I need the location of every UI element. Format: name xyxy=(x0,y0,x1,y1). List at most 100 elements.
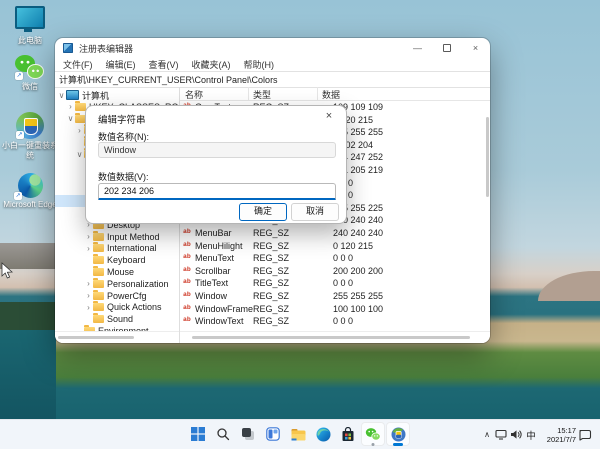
tray-clock[interactable]: 15:17 2021/7/7 xyxy=(540,426,576,444)
store-button[interactable] xyxy=(336,422,360,446)
chevron-right-icon[interactable]: › xyxy=(84,303,93,312)
tray-chevron-icon[interactable]: ∧ xyxy=(482,430,492,439)
chevron-right-icon[interactable]: › xyxy=(84,291,93,300)
task-view-button[interactable] xyxy=(236,422,260,446)
tree-item-international[interactable]: › International xyxy=(55,242,179,254)
tree-item-input-method[interactable]: ›Input Method xyxy=(55,231,179,243)
file-explorer-button[interactable] xyxy=(286,422,310,446)
value-row-menubar[interactable]: abMenuBarREG_SZ240 240 240 xyxy=(180,228,482,240)
column-header-data[interactable]: 数据 xyxy=(322,88,340,101)
close-icon[interactable]: × xyxy=(461,38,490,58)
chevron-right-icon[interactable]: › xyxy=(84,279,93,288)
tray-time: 15:17 xyxy=(557,426,576,435)
value-row-window[interactable]: abWindowREG_SZ255 255 255 xyxy=(180,291,482,303)
search-button[interactable] xyxy=(211,422,235,446)
tree-item-personalization[interactable]: ›Personalization xyxy=(55,278,179,290)
list-header[interactable]: 名称 类型 数据 xyxy=(180,87,490,101)
tree-item-powercfg[interactable]: › PowerCfg xyxy=(55,290,179,302)
menu-bar: 文件(F) 编辑(E) 查看(V) 收藏夹(A) 帮助(H) xyxy=(55,58,490,71)
display-icon[interactable] xyxy=(495,429,507,440)
chevron-right-icon[interactable]: › xyxy=(84,232,93,241)
computer-icon xyxy=(66,90,79,100)
folder-icon xyxy=(93,315,104,323)
folder-icon xyxy=(93,244,104,252)
title-bar[interactable]: 注册表编辑器 — × xyxy=(55,38,490,58)
value-name: Window xyxy=(195,291,227,301)
chevron-down-icon[interactable]: ∨ xyxy=(75,150,84,159)
cancel-button[interactable]: 取消 xyxy=(291,203,339,221)
minimize-icon[interactable]: — xyxy=(403,38,432,58)
speaker-icon[interactable] xyxy=(510,429,522,440)
desktop-icon-wechat[interactable]: ↗ 微信 xyxy=(2,55,58,92)
tree-item-keyboard[interactable]: Keyboard xyxy=(55,254,179,266)
tray-date: 2021/7/7 xyxy=(547,435,576,444)
shortcut-arrow-icon: ↗ xyxy=(16,131,24,139)
tree-item-label: International xyxy=(107,243,157,253)
tree-horizontal-scrollbar[interactable] xyxy=(55,331,179,343)
chevron-right-icon[interactable]: › xyxy=(84,244,93,253)
chevron-right-icon[interactable]: › xyxy=(75,126,84,135)
scrollbar-thumb[interactable] xyxy=(58,336,134,339)
widgets-button[interactable] xyxy=(261,422,285,446)
value-type: REG_SZ xyxy=(253,228,289,238)
tree-item-计算机[interactable]: ∨计算机 xyxy=(55,89,179,101)
value-name: MenuText xyxy=(195,253,234,263)
chevron-down-icon[interactable]: ∨ xyxy=(66,114,75,123)
value-row-menuhilight[interactable]: abMenuHilightREG_SZ0 120 215 xyxy=(180,241,482,253)
folder-icon xyxy=(93,280,104,288)
value-row-scrollbar[interactable]: abScrollbarREG_SZ200 200 200 xyxy=(180,266,482,278)
value-name-field[interactable] xyxy=(98,142,336,158)
tree-item-label: Mouse xyxy=(107,267,134,277)
chevron-down-icon[interactable]: ∨ xyxy=(57,91,66,100)
column-header-type[interactable]: 类型 xyxy=(253,88,271,101)
value-row-titletext[interactable]: abTitleTextREG_SZ0 0 0 xyxy=(180,278,482,290)
value-row-menutext[interactable]: abMenuTextREG_SZ0 0 0 xyxy=(180,253,482,265)
tree-item-mouse[interactable]: Mouse xyxy=(55,266,179,278)
menu-item-2[interactable]: 查看(V) xyxy=(147,58,181,71)
close-icon[interactable]: × xyxy=(321,109,337,124)
desktop-icon-edge[interactable]: ↗ Microsoft Edge xyxy=(2,173,58,210)
value-row-windowframe[interactable]: abWindowFrameREG_SZ100 100 100 xyxy=(180,304,482,316)
desktop-screen: 此电脑 ↗ 微信 ↗ 小白一键重装系统 ↗ Microsoft Edge 注册表… xyxy=(0,0,600,449)
xiaobai-taskbar-button[interactable] xyxy=(386,422,410,446)
tree-item-quick-actions[interactable]: ›Quick Actions xyxy=(55,301,179,313)
folder-icon xyxy=(93,233,104,241)
scrollbar-thumb[interactable] xyxy=(192,336,470,339)
notification-icon[interactable] xyxy=(579,429,592,441)
column-header-name[interactable]: 名称 xyxy=(185,88,203,101)
value-type: REG_SZ xyxy=(253,316,289,326)
start-icon xyxy=(191,427,205,441)
value-row-windowtext[interactable]: abWindowTextREG_SZ0 0 0 xyxy=(180,316,482,328)
tree-item-label: PowerCfg xyxy=(107,291,147,301)
string-value-icon: ab xyxy=(183,241,191,248)
start-button[interactable] xyxy=(186,422,210,446)
ok-button[interactable]: 确定 xyxy=(239,203,287,221)
chevron-right-icon[interactable]: › xyxy=(66,102,75,111)
wechat-taskbar-button[interactable] xyxy=(361,422,385,446)
ime-indicator[interactable]: 中 xyxy=(525,428,537,442)
menu-item-4[interactable]: 帮助(H) xyxy=(242,58,277,71)
search-icon xyxy=(216,427,230,441)
tree-item-sound[interactable]: Sound xyxy=(55,313,179,325)
value-name: WindowFrame xyxy=(195,304,253,314)
list-horizontal-scrollbar[interactable] xyxy=(180,331,490,343)
wechat-icon xyxy=(365,427,381,441)
value-data-field[interactable] xyxy=(98,183,336,200)
desktop-icon-this-pc[interactable]: 此电脑 xyxy=(2,6,58,46)
tree-item-label: Keyboard xyxy=(107,255,146,265)
desktop-icon-xiaobai[interactable]: ↗ 小白一键重装系统 xyxy=(2,112,58,161)
value-data: 0 120 215 xyxy=(333,241,373,251)
menu-item-1[interactable]: 编辑(E) xyxy=(104,58,138,71)
shortcut-arrow-icon: ↗ xyxy=(15,72,23,80)
menu-item-0[interactable]: 文件(F) xyxy=(61,58,95,71)
maximize-icon[interactable] xyxy=(432,38,461,58)
desktop-icon-label: Microsoft Edge xyxy=(2,200,58,210)
mouse-cursor xyxy=(1,262,13,280)
list-vertical-scrollbar[interactable] xyxy=(484,101,489,317)
value-data: 0 0 0 xyxy=(333,253,353,263)
address-bar[interactable]: 计算机\HKEY_CURRENT_USER\Control Panel\Colo… xyxy=(55,71,490,88)
menu-item-3[interactable]: 收藏夹(A) xyxy=(190,58,233,71)
this-pc-icon xyxy=(15,6,45,29)
edge-button[interactable] xyxy=(311,422,335,446)
scrollbar-thumb[interactable] xyxy=(486,117,489,197)
